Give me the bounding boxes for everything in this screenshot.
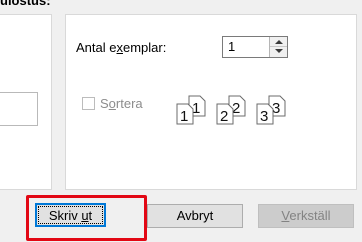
copies-value: 1 bbox=[228, 39, 236, 54]
collate-label: Sortera bbox=[100, 96, 143, 111]
cancel-button[interactable]: Avbryt bbox=[147, 204, 243, 228]
collate-checkbox[interactable] bbox=[82, 97, 95, 110]
section-heading: ulostus: bbox=[0, 0, 51, 8]
page-number: 2 bbox=[220, 108, 228, 125]
collated-pages-icon: 11 22 33 bbox=[176, 95, 286, 125]
spin-down-icon[interactable] bbox=[270, 47, 287, 57]
highlight-frame bbox=[26, 195, 147, 241]
copies-spinner[interactable] bbox=[269, 37, 287, 57]
page-number: 3 bbox=[260, 108, 268, 125]
page-number: 1 bbox=[180, 108, 188, 125]
left-panel-field[interactable] bbox=[0, 92, 38, 126]
apply-button[interactable]: Verkställ bbox=[258, 204, 354, 228]
copies-input[interactable]: 1 bbox=[222, 36, 288, 58]
copies-label: Antal exemplar: bbox=[76, 40, 167, 55]
spin-up-icon[interactable] bbox=[270, 37, 287, 47]
apply-button-label: Verkställ bbox=[281, 208, 331, 223]
